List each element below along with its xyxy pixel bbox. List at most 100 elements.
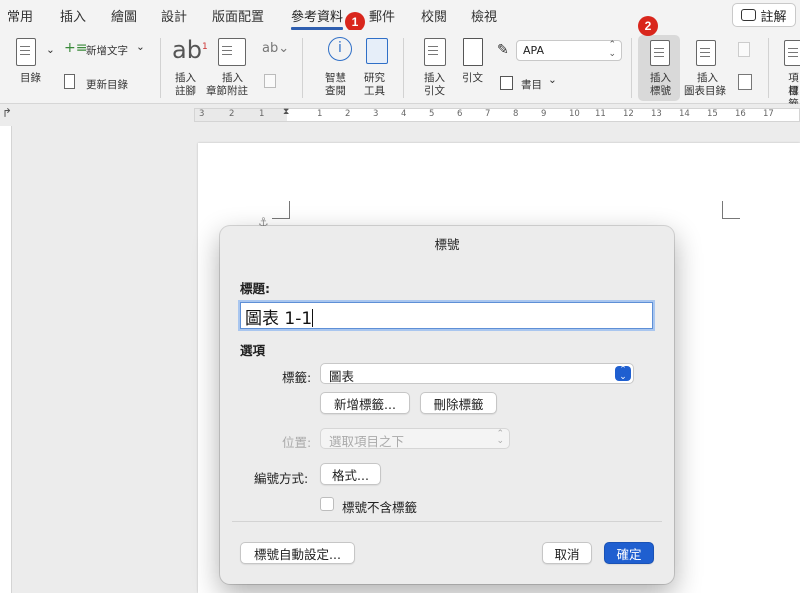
smart-lookup-label-1: 智慧: [325, 72, 346, 84]
comments-label: 註解: [760, 9, 787, 25]
citation-label: 引文: [462, 72, 483, 84]
horizontal-ruler[interactable]: 3 2 1 1 2 3 4 5 6 7 8 9 10 11 12 13 14 1…: [194, 107, 800, 122]
exclude-label-text: 標號不含標籤: [342, 500, 418, 515]
researcher-label-2: 工具: [364, 85, 385, 97]
footnote-ab-icon: ab1: [172, 36, 208, 64]
position-select[interactable]: 選取項目之下 ⌃ ⌄: [320, 428, 510, 449]
tab-home[interactable]: 常用: [7, 6, 33, 25]
dialog-divider: [232, 521, 662, 522]
toc-icon: [16, 38, 36, 66]
add-text-icon: +≡: [64, 40, 88, 56]
ruler-number: 15: [707, 109, 718, 119]
bibliography-chevron-icon: ⌄: [548, 74, 557, 86]
insert-endnote-label-2: 章節附註: [206, 85, 248, 97]
position-select-value: 選取項目之下: [329, 434, 405, 449]
tab-layout[interactable]: 版面配置: [212, 6, 264, 25]
ruler-number: 11: [595, 109, 606, 119]
ribbon-tab-bar: 常用 插入 繪圖 設計 版面配置 參考資料 郵件 校閱 檢視 1 註解: [0, 0, 800, 32]
smart-lookup-icon: i: [328, 37, 352, 61]
margin-corner-mark: [722, 201, 740, 219]
tab-view[interactable]: 檢視: [471, 6, 497, 25]
ruler-number: 9: [541, 109, 547, 119]
select-stepper-icon: ⌃ ⌄: [608, 40, 616, 59]
insert-caption-icon: [650, 40, 670, 66]
table-of-figures-icon: [696, 40, 716, 66]
separator: [631, 38, 632, 98]
ruler-number: 8: [513, 109, 519, 119]
ruler-margin-shade: [195, 109, 287, 121]
separator: [403, 38, 404, 98]
indent-marker-icon[interactable]: ⧗: [283, 107, 289, 117]
label-select[interactable]: 圖表 ⌃ ⌄: [320, 363, 634, 384]
ruler-number: 12: [623, 109, 634, 119]
ruler-number: 1: [259, 109, 265, 119]
ruler-number: 7: [485, 109, 491, 119]
exclude-label-checkbox[interactable]: [320, 497, 334, 511]
ruler-number: 2: [229, 109, 235, 119]
ok-button[interactable]: 確定: [604, 542, 654, 564]
insert-footnote-label-1: 插入: [175, 72, 196, 84]
tab-insert[interactable]: 插入: [60, 6, 86, 25]
style-pen-icon: ✎: [497, 42, 509, 58]
step-badge-1: 1: [345, 12, 365, 32]
insert-endnote-label-1: 插入: [222, 72, 243, 84]
ruler-number: 14: [679, 109, 690, 119]
autocaption-button[interactable]: 標號自動設定...: [240, 542, 355, 564]
label-select-value: 圖表: [329, 369, 355, 384]
tab-review[interactable]: 校閱: [421, 6, 447, 25]
citation-book-icon: [463, 38, 483, 66]
show-notes-icon[interactable]: [264, 74, 276, 88]
endnote-icon: [218, 38, 246, 66]
ruler-number: 3: [373, 109, 379, 119]
caption-input[interactable]: 圖表 1-1: [240, 302, 653, 329]
select-stepper-icon: ⌃ ⌄: [615, 365, 631, 381]
insert-citation-icon: [424, 38, 446, 66]
tab-draw[interactable]: 繪圖: [111, 6, 137, 25]
comment-bubble-icon: [741, 9, 757, 21]
mark-entry-icon: [784, 40, 800, 66]
citation-style-select[interactable]: APA ⌃ ⌄: [516, 40, 622, 61]
toc-label: 目錄: [20, 72, 41, 84]
tab-stop-icon[interactable]: ↱: [2, 106, 12, 120]
caption-input-value: 圖表 1-1: [245, 309, 313, 329]
bibliography-icon: [500, 76, 513, 90]
cancel-button[interactable]: 取消: [542, 542, 592, 564]
insert-tof-label-1: 插入: [697, 72, 718, 84]
format-button[interactable]: 格式...: [320, 463, 381, 485]
horizontal-ruler-area: ↱ 3 2 1 1 2 3 4 5 6 7 8 9 10 11 12 13 14…: [0, 104, 800, 126]
tab-references[interactable]: 參考資料: [291, 6, 344, 30]
insert-citation-label-1: 插入: [424, 72, 445, 84]
tab-mailings[interactable]: 郵件: [369, 6, 395, 25]
ruler-number: 4: [401, 109, 407, 119]
separator: [160, 38, 161, 98]
cross-reference-icon[interactable]: [738, 74, 752, 90]
insert-caption-label-2: 標號: [650, 85, 671, 97]
options-section-label: 選項: [240, 343, 266, 358]
citation-style-value: APA: [523, 44, 544, 57]
delete-label-button[interactable]: 刪除標籤: [420, 392, 497, 414]
comments-button[interactable]: 註解: [732, 3, 796, 27]
toc-chevron-icon: ⌄: [46, 44, 55, 56]
update-toc-label: 更新目錄: [86, 79, 128, 91]
vertical-ruler[interactable]: [0, 126, 12, 593]
ribbon-toolbar: ⌄ 目錄 +≡ 新增文字 ⌄ 更新目錄 ab1 插入 註腳 插入 章節附註 ab…: [0, 16, 800, 110]
insert-caption-label-1: 插入: [650, 72, 671, 84]
caption-label: 標題:: [240, 281, 270, 296]
ruler-number: 5: [429, 109, 435, 119]
smart-lookup-label-2: 查閱: [325, 85, 346, 97]
ruler-number: 1: [317, 109, 323, 119]
update-table-icon[interactable]: [738, 42, 750, 57]
update-toc-icon: [64, 74, 75, 89]
tab-design[interactable]: 設計: [161, 6, 187, 25]
ruler-number: 2: [345, 109, 351, 119]
insert-footnote-label-2: 註腳: [175, 85, 196, 97]
numbering-label: 編號方式:: [254, 471, 309, 486]
new-label-button[interactable]: 新增標籤...: [320, 392, 410, 414]
caption-dialog: 標號 標題: 圖表 1-1 選項 標籤: 圖表 ⌃ ⌄ 新增標籤... 刪除標籤 …: [220, 226, 674, 584]
ruler-number: 17: [763, 109, 774, 119]
separator: [768, 38, 769, 98]
ruler-number: 16: [735, 109, 746, 119]
position-label: 位置:: [282, 435, 312, 450]
next-footnote-icon[interactable]: ab⌄: [262, 41, 289, 56]
ruler-number: 10: [569, 109, 580, 119]
